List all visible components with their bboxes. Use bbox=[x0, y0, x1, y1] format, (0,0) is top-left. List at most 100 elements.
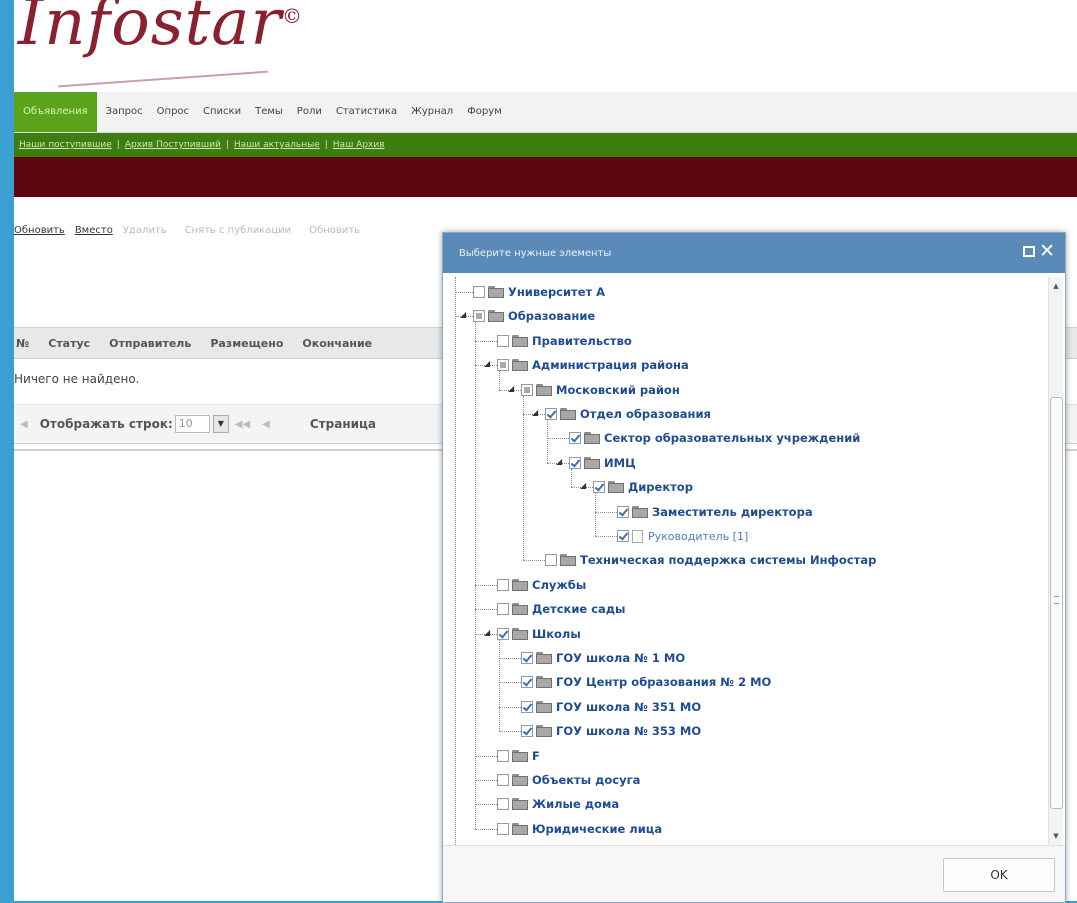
tree-node[interactable]: F bbox=[497, 745, 540, 767]
tree-node[interactable]: Сектор образовательных учреждений bbox=[569, 427, 860, 449]
nav-item-statistics[interactable]: Статистика bbox=[329, 92, 404, 132]
tree-node[interactable]: Юридические лица bbox=[497, 818, 662, 840]
tree-node-checkbox[interactable] bbox=[497, 749, 509, 762]
folder-icon bbox=[512, 774, 528, 786]
tree-node[interactable]: Образование bbox=[473, 305, 595, 327]
tree-node-checkbox[interactable] bbox=[545, 554, 557, 567]
tree-node[interactable]: Правительство bbox=[497, 330, 632, 352]
expand-triangle-icon[interactable]: ◢ bbox=[460, 310, 466, 319]
nav-item-request[interactable]: Запрос bbox=[99, 92, 150, 132]
subnav-item-incoming[interactable]: Наши поступившие bbox=[14, 140, 117, 150]
ok-button[interactable]: OK bbox=[943, 858, 1055, 892]
column-sender[interactable]: Отправитель bbox=[97, 337, 198, 350]
column-number[interactable]: № bbox=[14, 337, 36, 350]
tree-node[interactable]: Детские сады bbox=[497, 598, 625, 620]
tree-node[interactable]: Объекты досуга bbox=[497, 769, 640, 791]
tree-node[interactable]: Техническая поддержка системы Инфостар bbox=[545, 549, 876, 571]
tree-node-checkbox[interactable] bbox=[497, 359, 509, 372]
tree-node[interactable]: ИМЦ bbox=[569, 452, 636, 474]
tree-node[interactable]: Отдел образования bbox=[545, 403, 711, 425]
tree-node-checkbox[interactable] bbox=[497, 774, 509, 786]
tree-node-checkbox[interactable] bbox=[473, 286, 485, 298]
tree-guide-line bbox=[523, 395, 524, 561]
first-page-icon[interactable]: ◀ bbox=[14, 419, 34, 430]
nav-item-roles[interactable]: Роли bbox=[290, 92, 329, 132]
scroll-thumb[interactable] bbox=[1050, 397, 1063, 809]
expand-triangle-icon[interactable]: ◢ bbox=[532, 408, 538, 417]
tree-node[interactable]: Администрация района bbox=[497, 354, 689, 376]
expand-triangle-icon[interactable]: ◢ bbox=[484, 359, 490, 368]
reset-link[interactable]: Вместо bbox=[75, 225, 123, 236]
tree-node-checkbox[interactable] bbox=[617, 530, 629, 542]
tree-node-checkbox[interactable] bbox=[569, 432, 581, 445]
subnav-item-archive[interactable]: Наш Архив bbox=[328, 140, 390, 150]
tree-node[interactable]: Московский район bbox=[521, 379, 680, 401]
tree-node-checkbox[interactable] bbox=[497, 603, 509, 616]
close-icon[interactable]: ✕ bbox=[1039, 242, 1055, 261]
nav-item-lists[interactable]: Списки bbox=[196, 92, 248, 132]
subnav-item-archive-incoming[interactable]: Архив Поступивший bbox=[120, 140, 226, 150]
rows-per-page-select[interactable]: 10 bbox=[174, 415, 210, 433]
tree-node-checkbox[interactable] bbox=[521, 725, 533, 738]
scroll-down-icon[interactable]: ▼ bbox=[1049, 829, 1063, 843]
page-label: Страница bbox=[309, 417, 377, 431]
chevron-down-icon[interactable]: ▼ bbox=[212, 415, 229, 433]
folder-icon bbox=[488, 286, 504, 298]
tree-node-checkbox[interactable] bbox=[521, 652, 533, 664]
scroll-up-icon[interactable]: ▲ bbox=[1049, 279, 1063, 293]
folder-icon bbox=[536, 676, 552, 689]
tree-node[interactable]: Университет А bbox=[473, 281, 605, 303]
prev-page-icon[interactable]: ◀◀ bbox=[229, 419, 256, 430]
tree-node[interactable]: Руководитель [1] bbox=[617, 525, 748, 547]
tree-node[interactable]: ГОУ школа № 1 МО bbox=[521, 647, 685, 669]
tree-node-label: Службы bbox=[532, 577, 587, 592]
folder-icon bbox=[608, 481, 624, 494]
tree-node-checkbox[interactable] bbox=[497, 822, 509, 835]
tree-node[interactable]: Директор bbox=[593, 476, 693, 498]
nav-item-topics[interactable]: Темы bbox=[248, 92, 290, 132]
tree-node-checkbox[interactable] bbox=[497, 578, 509, 591]
tree-node-checkbox[interactable] bbox=[521, 383, 533, 396]
tree-node-checkbox[interactable] bbox=[521, 700, 533, 713]
subnav-item-actual[interactable]: Наши актуальные bbox=[229, 140, 325, 150]
tree-node[interactable]: ГОУ школа № 353 МО bbox=[521, 720, 701, 742]
tree-node-checkbox[interactable] bbox=[473, 310, 485, 323]
nav-item-announcements[interactable]: Объявления bbox=[14, 92, 97, 132]
column-posted[interactable]: Размещено bbox=[198, 337, 290, 350]
tree-node-label: Директор bbox=[628, 480, 693, 495]
expand-triangle-icon[interactable]: ◢ bbox=[580, 481, 586, 490]
rows-label: Отображать строк: bbox=[39, 417, 173, 431]
tree-node-checkbox[interactable] bbox=[545, 408, 557, 420]
tree-node-checkbox[interactable] bbox=[617, 505, 629, 518]
refresh-link[interactable]: Обновить bbox=[14, 225, 75, 236]
nav-item-journal[interactable]: Журнал bbox=[404, 92, 460, 132]
prev-icon[interactable]: ◀ bbox=[256, 419, 276, 430]
tree-node[interactable]: Заместитель директора bbox=[617, 501, 813, 523]
tree-node[interactable]: ГОУ Центр образования № 2 МО bbox=[521, 671, 771, 693]
folder-icon bbox=[512, 578, 528, 591]
tree-node[interactable]: ГОУ школа № 351 МО bbox=[521, 696, 701, 718]
restore-icon[interactable] bbox=[1023, 246, 1035, 257]
tree-node-checkbox[interactable] bbox=[521, 676, 533, 689]
tree-node-checkbox[interactable] bbox=[593, 481, 605, 494]
expand-triangle-icon[interactable]: ◢ bbox=[508, 384, 514, 393]
dialog-titlebar[interactable]: Выберите нужные элементы ✕ bbox=[443, 233, 1065, 273]
tree-node[interactable]: Службы bbox=[497, 574, 586, 596]
tree-node[interactable]: Жилые дома bbox=[497, 793, 619, 815]
nav-item-forum[interactable]: Форум bbox=[460, 92, 509, 132]
column-status[interactable]: Статус bbox=[36, 337, 97, 350]
tree-node-checkbox[interactable] bbox=[497, 627, 509, 640]
expand-triangle-icon[interactable]: ◢ bbox=[484, 628, 490, 637]
nav-item-survey[interactable]: Опрос bbox=[150, 92, 196, 132]
tree-node[interactable]: Школы bbox=[497, 623, 581, 645]
update-link: Обновить bbox=[309, 224, 360, 236]
tree-connector bbox=[499, 731, 521, 733]
tree-node-checkbox[interactable] bbox=[569, 456, 581, 469]
tree-scrollbar[interactable]: ▲ ▼ bbox=[1048, 277, 1063, 845]
expand-triangle-icon[interactable]: ◢ bbox=[556, 457, 562, 466]
tree-node-checkbox[interactable] bbox=[497, 798, 509, 811]
column-end[interactable]: Окончание bbox=[290, 337, 379, 350]
tree-node-checkbox[interactable] bbox=[497, 334, 509, 347]
folder-icon bbox=[512, 822, 528, 835]
tree-connector bbox=[499, 682, 521, 684]
